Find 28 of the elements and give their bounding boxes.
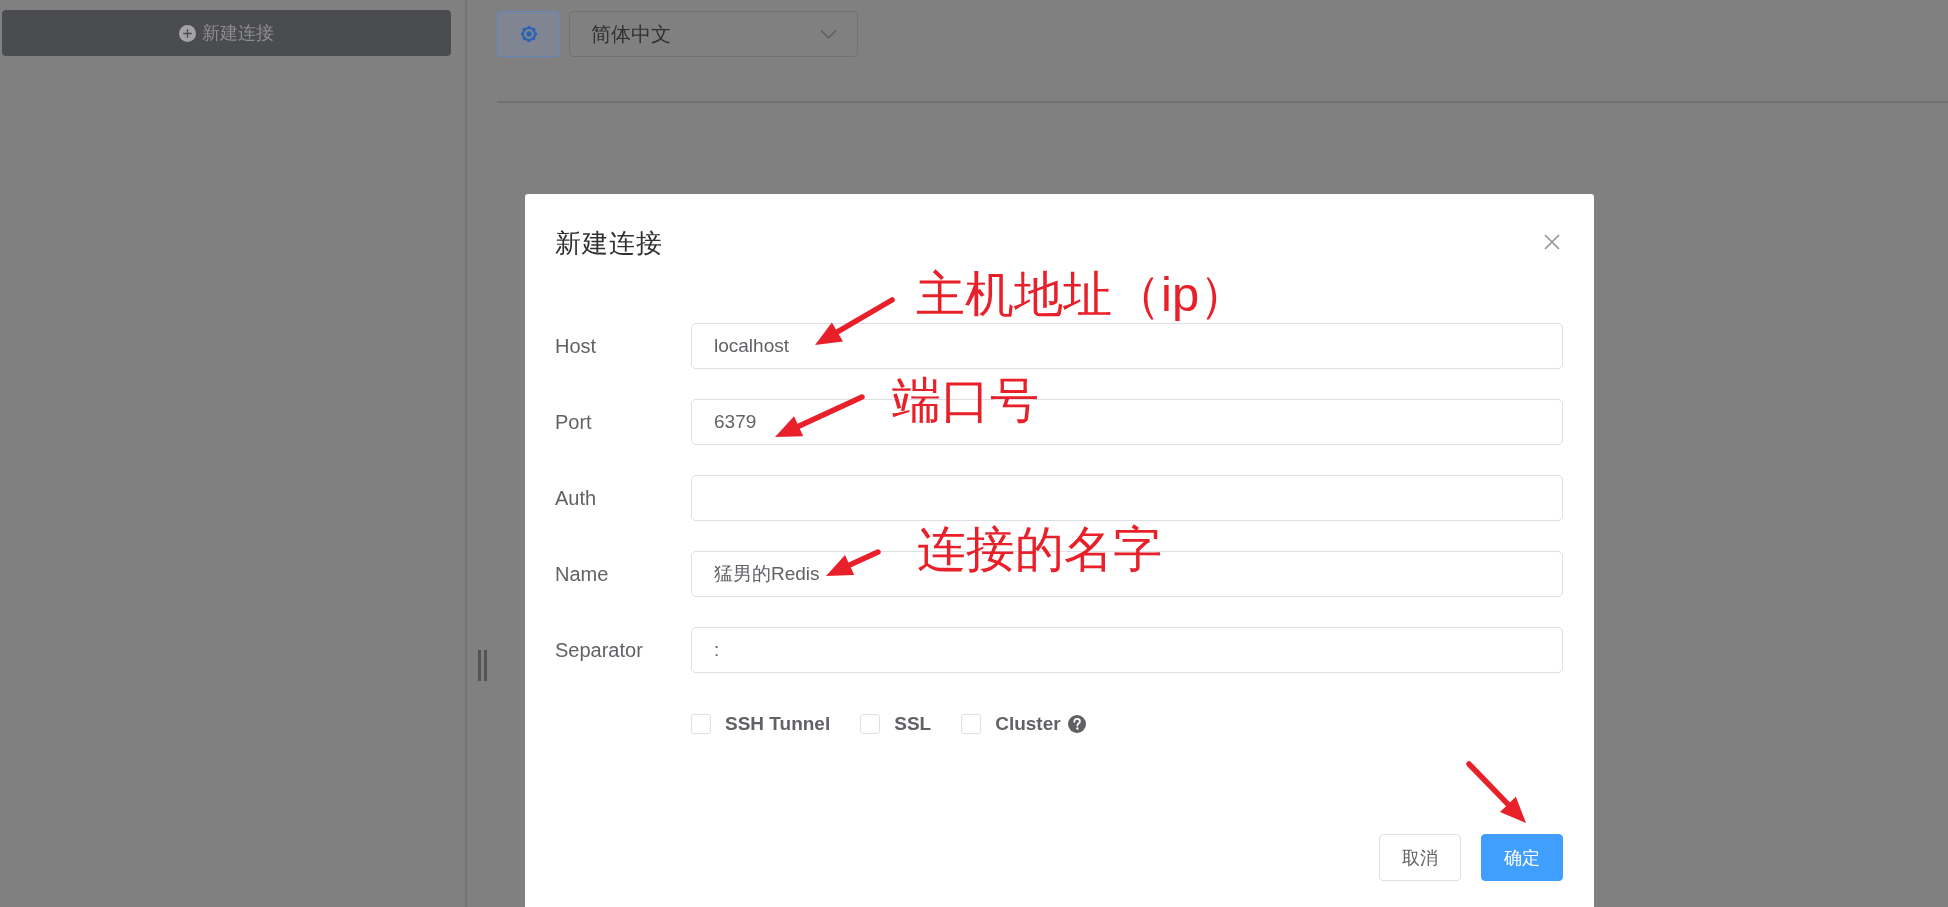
field-label: Name [555, 562, 610, 586]
annotation-text: 主机地址（ip） [916, 270, 1249, 319]
gear-icon [519, 25, 538, 43]
annotation-arrow [1466, 761, 1529, 826]
field-label: Port [555, 410, 593, 434]
checkbox-option[interactable]: SSH Tunnel [691, 713, 831, 735]
dialog-title: 新建连接 [555, 227, 663, 259]
checkbox[interactable] [860, 714, 881, 734]
language-select[interactable]: 简体中文 [569, 11, 858, 57]
close-icon [1544, 234, 1560, 250]
checkbox-option[interactable]: Cluster [961, 713, 1061, 735]
close-button[interactable] [1543, 233, 1561, 251]
splitter-handle-icon[interactable] [477, 650, 487, 681]
settings-button[interactable] [497, 11, 560, 57]
field-label: Separator [555, 638, 644, 662]
checkbox-option[interactable]: SSL [860, 713, 932, 735]
help-icon[interactable] [1067, 715, 1086, 733]
input-field[interactable] [691, 475, 1563, 521]
input-field[interactable]: : [691, 627, 1563, 673]
field-label: Host [555, 334, 598, 358]
input-field[interactable]: localhost [691, 323, 1563, 369]
checkbox[interactable] [961, 714, 982, 734]
checkbox[interactable] [691, 714, 711, 734]
plus-circle-icon [179, 24, 196, 42]
annotation-arrow [823, 549, 881, 579]
field-label: Auth [555, 486, 598, 510]
cancel-button[interactable]: 取消 [1379, 834, 1461, 881]
chevron-down-icon [820, 29, 837, 39]
